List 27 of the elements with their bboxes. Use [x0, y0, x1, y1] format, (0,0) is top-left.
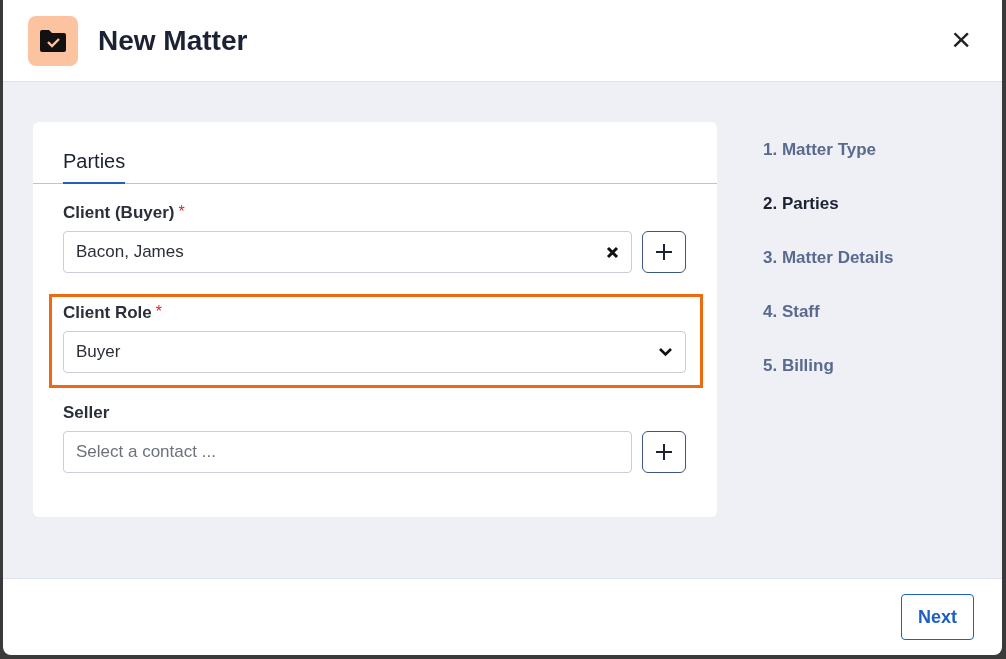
clear-icon[interactable] — [606, 245, 619, 259]
field-label: Seller — [63, 403, 110, 423]
step-link[interactable]: 5. Billing — [763, 356, 894, 376]
plus-icon — [655, 443, 673, 461]
step-link[interactable]: 3. Matter Details — [763, 248, 894, 268]
contact-field[interactable]: Bacon, James — [63, 231, 632, 273]
folder-check-icon — [28, 15, 78, 66]
add-contact-button[interactable] — [642, 231, 686, 273]
plus-icon — [655, 243, 673, 261]
add-contact-button[interactable] — [642, 431, 686, 473]
dialog-title: New Matter — [98, 24, 249, 57]
field-value: Bacon, James — [76, 242, 184, 262]
required-asterisk: * — [178, 203, 185, 222]
contact-field[interactable]: Select a contact ... — [63, 431, 632, 473]
step-link[interactable]: 2. Parties — [763, 194, 894, 214]
tab[interactable]: Parties — [63, 122, 126, 184]
step-link[interactable]: 1. Matter Type — [763, 140, 894, 160]
close-button[interactable]: × — [945, 21, 977, 56]
next-button[interactable]: Next — [901, 594, 974, 640]
field-value: Buyer — [76, 342, 121, 362]
field-label: Client Role — [63, 303, 152, 323]
field-placeholder: Select a contact ... — [76, 442, 216, 462]
chevron-down-icon — [658, 347, 673, 357]
step-link[interactable]: 4. Staff — [763, 302, 894, 322]
field-label: Client (Buyer) — [63, 203, 175, 223]
select-field[interactable]: Buyer — [63, 331, 686, 373]
required-asterisk: * — [155, 303, 163, 322]
